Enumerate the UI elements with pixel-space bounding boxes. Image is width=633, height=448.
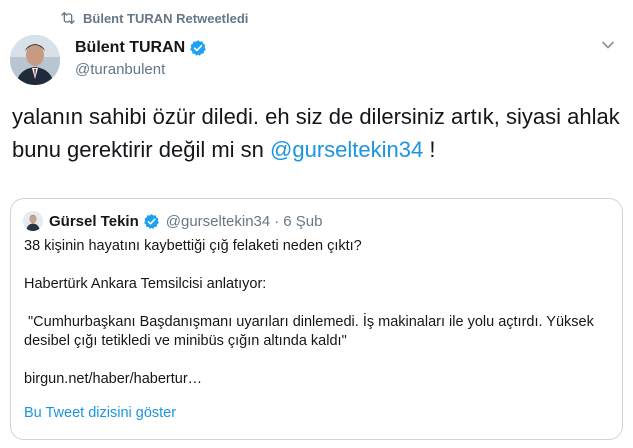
author-handle[interactable]: @turanbulent xyxy=(75,61,207,78)
quoted-tweet-header: Gürsel Tekin @gurseltekin34 · 6 Şub xyxy=(23,210,322,232)
verified-badge-icon xyxy=(189,39,207,57)
quoted-author-handle[interactable]: @gurseltekin34 xyxy=(166,213,270,230)
tweet-card[interactable]: Bülent TURAN Retweetledi Bülent TURAN @t… xyxy=(0,0,633,448)
mention-link[interactable]: @gurseltekin34 xyxy=(270,137,423,162)
retweet-header: Bülent TURAN Retweetledi xyxy=(60,9,248,27)
quoted-tweet[interactable]: Gürsel Tekin @gurseltekin34 · 6 Şub 38 k… xyxy=(10,198,623,440)
author-info: Bülent TURAN @turanbulent xyxy=(75,38,207,78)
retweet-label[interactable]: Bülent TURAN Retweetledi xyxy=(83,11,248,26)
quoted-tweet-body: 38 kişinin hayatını kaybettiği çığ felak… xyxy=(24,237,614,408)
verified-badge-icon xyxy=(143,213,160,230)
tweet-text: yalanın sahibi özür diledi. eh siz de di… xyxy=(12,100,622,166)
quoted-paragraph: 38 kişinin hayatını kaybettiği çığ felak… xyxy=(24,238,362,254)
show-thread-link[interactable]: Bu Tweet dizisini göster xyxy=(24,405,176,421)
retweet-icon xyxy=(60,10,76,26)
quoted-author-name[interactable]: Gürsel Tekin xyxy=(49,213,139,230)
avatar[interactable] xyxy=(10,35,60,85)
more-options-chevron-icon[interactable] xyxy=(597,36,619,54)
quoted-paragraph: "Cumhurbaşkanı Başdanışmanı uyarıları di… xyxy=(24,314,598,349)
quoted-avatar[interactable] xyxy=(23,211,43,231)
quoted-paragraph: Habertürk Ankara Temsilcisi anlatıyor: xyxy=(24,276,267,292)
quoted-url[interactable]: birgun.net/haber/habertur… xyxy=(24,370,614,389)
separator-dot: · xyxy=(274,212,280,230)
quoted-timestamp[interactable]: 6 Şub xyxy=(283,213,322,230)
author-name[interactable]: Bülent TURAN xyxy=(75,39,185,57)
tweet-text-tail: ! xyxy=(423,137,436,162)
